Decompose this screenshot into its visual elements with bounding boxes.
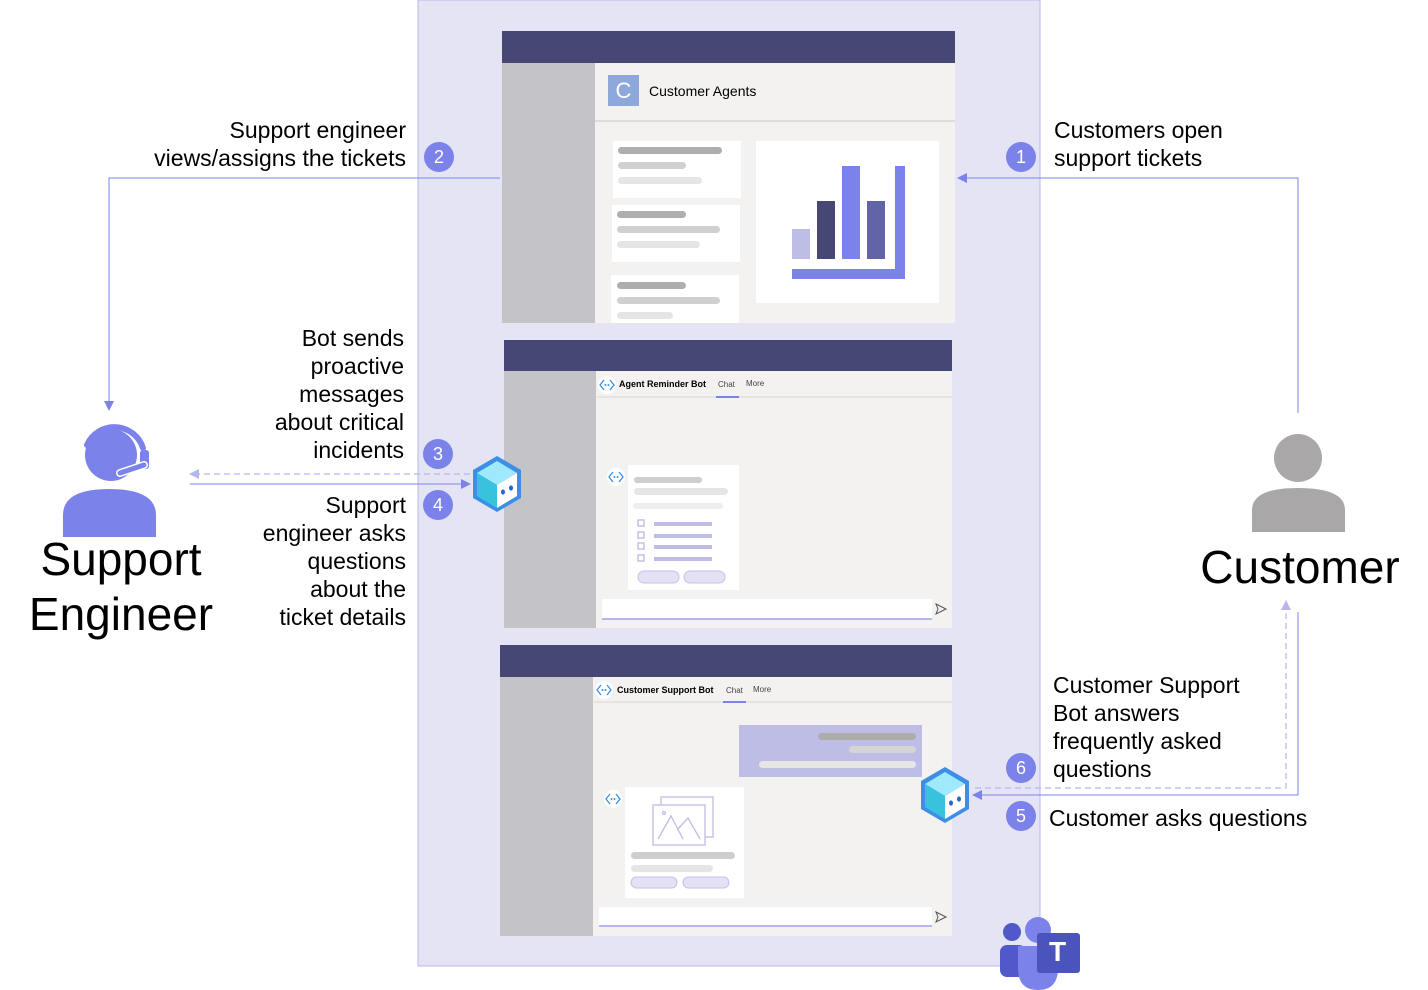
step-2-label: Support engineer views/assigns the ticke… (154, 117, 406, 171)
bot-title: Agent Reminder Bot (619, 379, 707, 389)
bot-title: Customer Support Bot (617, 685, 714, 695)
person-icon (1252, 434, 1345, 532)
step-4-label: Support engineer asks questions about th… (262, 492, 406, 630)
customer-message (739, 725, 922, 777)
bot-avatar-icon (597, 375, 617, 395)
customer-label: Customer (1200, 541, 1400, 593)
step-3-badge: 3 (423, 439, 453, 469)
bot-avatar-icon (606, 467, 626, 487)
bot-avatar-icon (603, 789, 623, 809)
tab-app-window (502, 31, 955, 323)
card-action-button[interactable] (637, 570, 680, 584)
step-6-label: Customer Support Bot answers frequently … (1053, 672, 1240, 782)
tab-chat[interactable]: Chat (726, 686, 743, 695)
step-5-badge: 5 (1006, 801, 1036, 831)
app-logo: C (608, 75, 639, 106)
tab-chat[interactable]: Chat (718, 380, 735, 389)
support-engineer-label: Support Engineer (28, 533, 214, 640)
bot-answer-card (625, 787, 744, 898)
bot-avatar-icon (594, 680, 614, 700)
card-action-button[interactable] (630, 876, 678, 889)
tab-more[interactable]: More (753, 685, 771, 694)
step-5-label: Customer asks questions (1049, 805, 1308, 831)
step-1-label: Customers open support tickets (1054, 117, 1223, 171)
card-action-button[interactable] (683, 570, 726, 584)
step-2-badge: 2 (424, 142, 454, 172)
step-1-badge: 1 (1006, 142, 1036, 172)
ticket-card[interactable] (612, 205, 740, 262)
ticket-card[interactable] (613, 141, 741, 198)
bar-chart-icon (756, 141, 939, 303)
message-input[interactable] (602, 599, 932, 620)
step-6-badge: 6 (1006, 753, 1036, 783)
app-title: Customer Agents (649, 83, 757, 99)
card-action-button[interactable] (682, 876, 730, 889)
message-input[interactable] (599, 907, 932, 927)
step-3-label: Bot sends proactive messages about criti… (274, 325, 404, 463)
step-4-badge: 4 (423, 490, 453, 520)
teams-logo-letter: T (1049, 936, 1067, 967)
ticket-card[interactable] (611, 275, 739, 323)
teams-logo-icon (1000, 917, 1080, 990)
tab-more[interactable]: More (746, 379, 764, 388)
adaptive-card-message (628, 465, 739, 590)
headset-person-icon (63, 424, 156, 537)
